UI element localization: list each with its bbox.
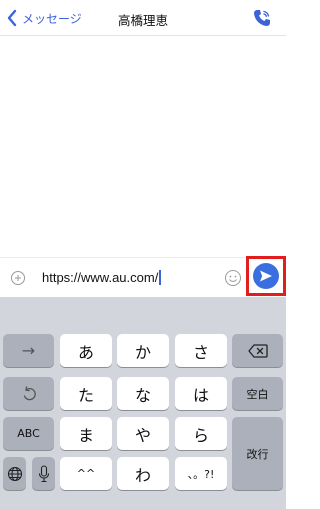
key-label: さ [192,342,209,362]
message-composer: https://www.au.com/ [0,257,286,297]
microphone-icon [38,464,49,482]
backspace-icon [247,343,268,358]
conversation-title: 高橋理恵 [117,13,168,28]
send-icon [260,270,272,282]
key-emoticon[interactable]: ^^ [60,457,112,490]
key-label: な [134,385,151,405]
key-label: は [192,385,209,405]
key-label: 空白 [246,387,269,401]
undo-key[interactable] [3,377,54,410]
key-ha[interactable]: は [175,377,227,410]
globe-key[interactable] [3,457,26,490]
phone-icon[interactable] [252,8,272,28]
key-ya[interactable]: や [117,417,169,450]
return-key[interactable]: 改行 [232,417,283,490]
undo-icon [23,385,36,400]
message-input[interactable]: https://www.au.com/ [34,266,220,290]
key-label: や [134,425,151,445]
key-label: か [134,342,151,362]
backspace-key[interactable] [232,334,283,367]
key-label: ま [77,425,94,445]
message-input-text: https://www.au.com/ [42,270,159,285]
space-key[interactable]: 空白 [232,377,283,410]
key-ka[interactable]: か [117,334,169,367]
key-arrow-right[interactable]: → [3,334,54,367]
key-ma[interactable]: ま [60,417,112,450]
key-label: ^^ [76,467,96,480]
send-button-highlight [246,256,286,296]
key-sa[interactable]: さ [175,334,227,367]
emoji-icon[interactable] [224,269,242,287]
globe-icon [7,466,22,481]
dictation-key[interactable] [32,457,55,490]
send-button[interactable] [253,263,279,289]
abc-key[interactable]: ABC [3,417,54,450]
key-label: あ [77,342,94,362]
key-wa[interactable]: わ [117,457,169,490]
key-ra[interactable]: ら [175,417,227,450]
key-label: 、。?! [187,467,215,481]
japanese-keyboard: → あ か さ た な は 空白 ABC ま や ら 改行 ^^ わ 、。?! [0,297,286,509]
navigation-bar: メッセージ 高橋理恵 [0,0,286,36]
text-cursor [159,270,161,285]
message-area [0,37,286,257]
key-a[interactable]: あ [60,334,112,367]
key-label: わ [134,465,151,485]
key-ta[interactable]: た [60,377,112,410]
key-label: 改行 [246,447,269,461]
key-label: ABC [17,427,40,440]
key-label: ら [192,425,209,445]
key-punctuation[interactable]: 、。?! [175,457,227,490]
key-label: た [77,385,94,405]
key-na[interactable]: な [117,377,169,410]
key-label: → [21,341,36,360]
add-circle-icon[interactable] [10,270,26,286]
